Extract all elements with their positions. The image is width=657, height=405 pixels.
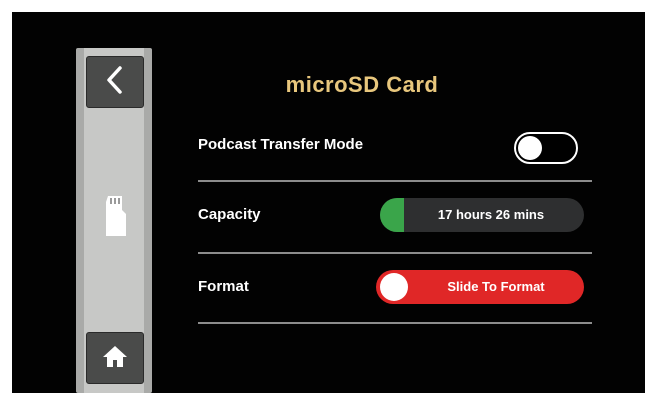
format-label: Format bbox=[198, 278, 249, 295]
divider bbox=[198, 252, 592, 254]
sidebar bbox=[76, 48, 152, 393]
home-button[interactable] bbox=[86, 332, 144, 384]
format-slider-text: Slide To Format bbox=[447, 279, 545, 294]
format-slider[interactable]: Slide To Format bbox=[376, 270, 584, 304]
capacity-value: 17 hours 26 mins bbox=[437, 207, 545, 222]
podcast-transfer-toggle[interactable] bbox=[514, 132, 578, 164]
microsd-card-icon bbox=[104, 196, 128, 241]
divider bbox=[198, 322, 592, 324]
capacity-bar: 17 hours 26 mins bbox=[380, 198, 584, 232]
page-title: microSD Card bbox=[285, 72, 439, 97]
home-icon bbox=[102, 344, 128, 373]
divider bbox=[198, 180, 592, 182]
format-slider-knob[interactable] bbox=[380, 273, 408, 301]
back-button[interactable] bbox=[86, 56, 144, 108]
capacity-label: Capacity bbox=[198, 206, 261, 223]
chevron-left-icon bbox=[104, 65, 126, 100]
device-screen: microSD Card Podcast Transfer Mode Capac… bbox=[12, 12, 645, 393]
toggle-knob bbox=[518, 136, 542, 160]
podcast-transfer-label: Podcast Transfer Mode bbox=[198, 136, 364, 153]
